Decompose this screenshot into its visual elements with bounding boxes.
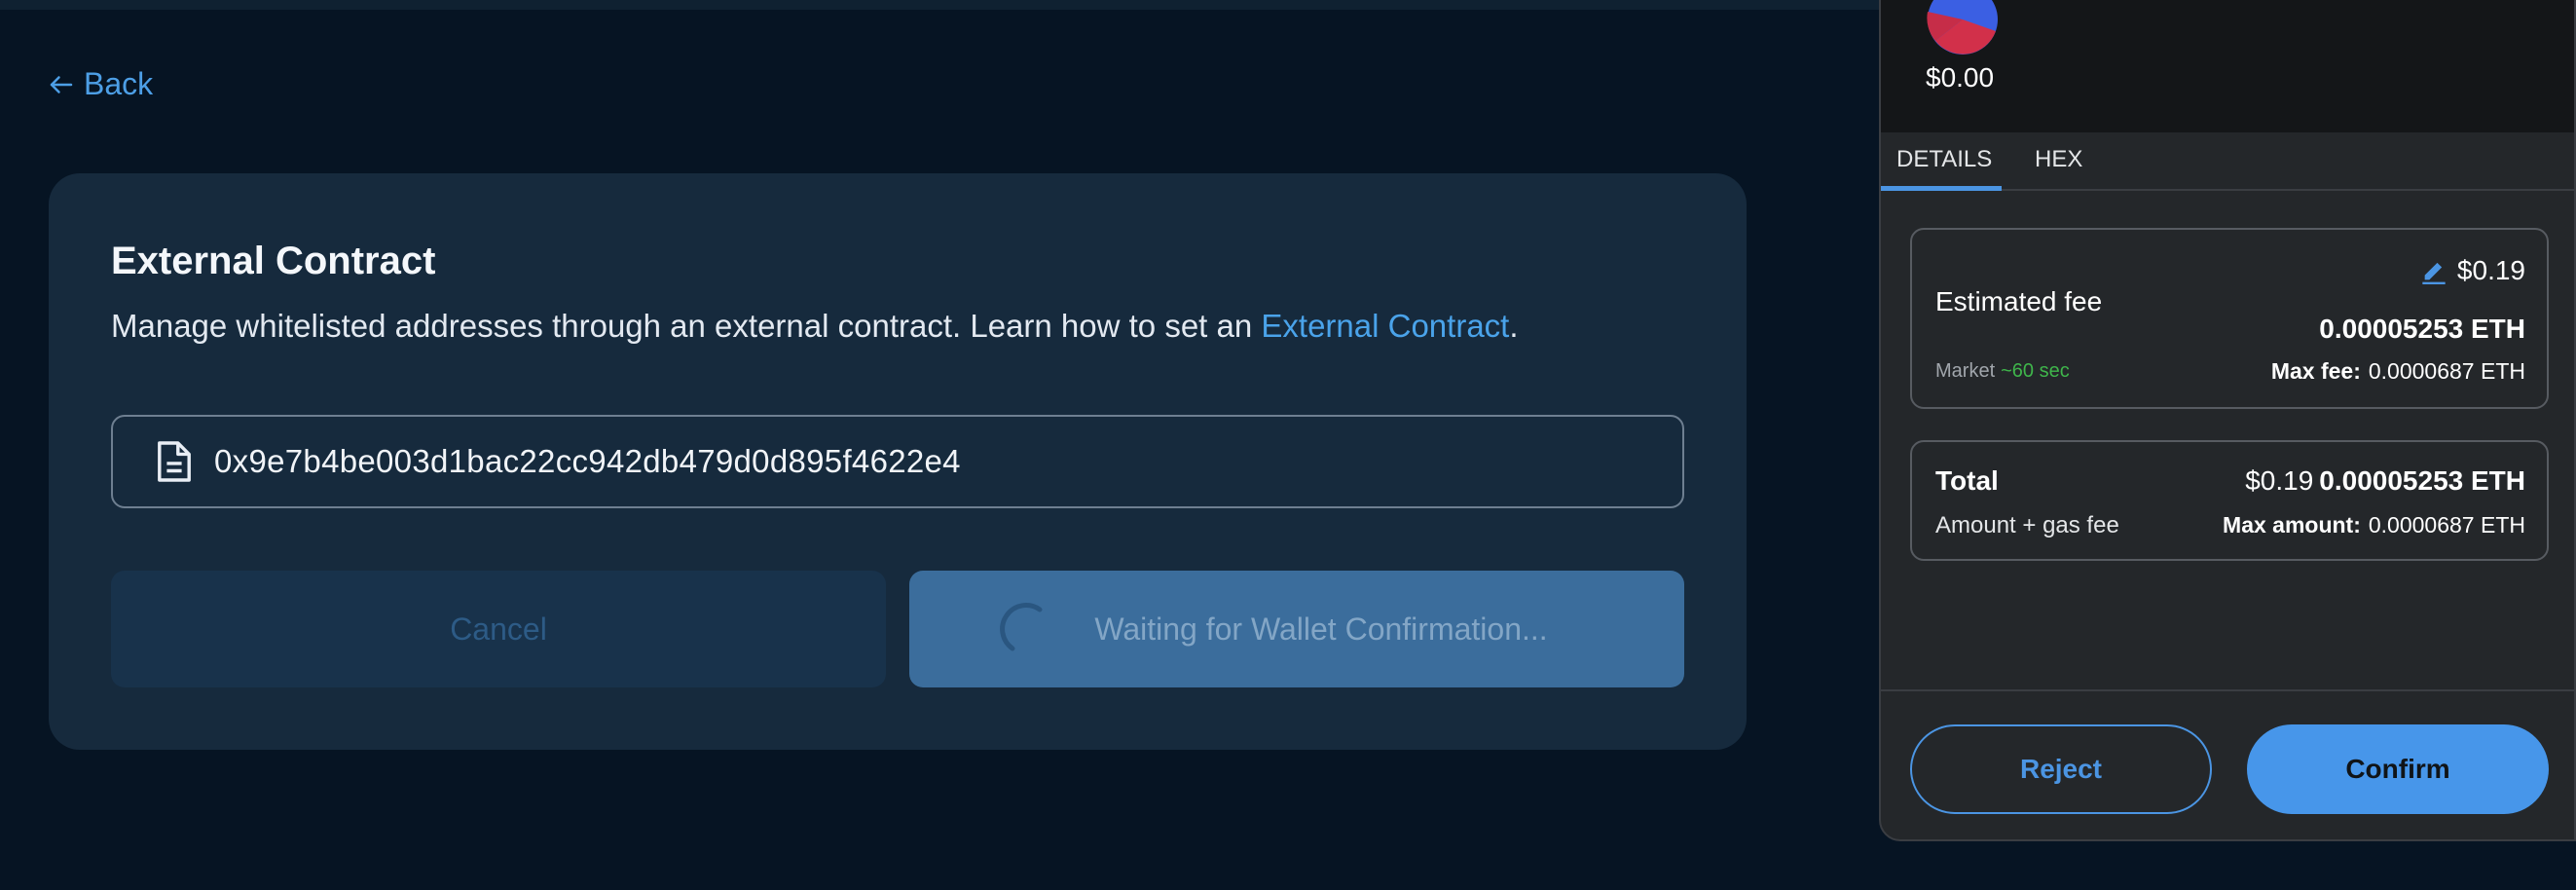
footer-divider [1881, 689, 2574, 691]
reject-label: Reject [2019, 754, 2103, 784]
confirm-label: Confirm [2345, 754, 2450, 784]
top-bar [0, 0, 1879, 10]
back-link[interactable]: Back [47, 66, 153, 102]
max-fee-value: 0.0000687 ETH [2368, 358, 2525, 384]
fee-usd-value: $0.19 [2456, 255, 2525, 285]
market-label: Market [1935, 360, 1996, 382]
card-description: Manage whitelisted addresses through an … [111, 308, 1519, 345]
wallet-header: $0.00 [1881, 0, 2574, 132]
max-amount: Max amount: 0.0000687 ETH [2223, 512, 2525, 538]
tab-hex[interactable]: HEX [2035, 146, 2082, 173]
cancel-button[interactable]: Cancel [111, 571, 886, 687]
description-end: . [1509, 308, 1519, 344]
wallet-balance: $0.00 [1926, 62, 1995, 93]
description-text: Manage whitelisted addresses through an … [111, 308, 1262, 344]
arrow-left-icon [50, 75, 73, 93]
reject-button[interactable]: Reject [1910, 724, 2212, 814]
tab-details[interactable]: DETAILS [1896, 146, 1992, 173]
external-contract-card: External Contract Manage whitelisted add… [49, 173, 1747, 750]
confirm-button[interactable]: Confirm [2247, 724, 2549, 814]
contract-address-value: 0x9e7b4be003d1bac22cc942db479d0d895f4622… [214, 443, 961, 479]
total-usd: $0.19 [2245, 465, 2314, 496]
total-value: $0.19 0.00005253 ETH [2245, 465, 2525, 497]
estimated-fee-usd: $0.19 [2420, 255, 2525, 286]
waiting-confirmation-button[interactable]: Waiting for Wallet Confirmation... [909, 571, 1684, 687]
external-contract-link[interactable]: External Contract [1261, 308, 1509, 344]
max-amount-value: 0.0000687 ETH [2368, 512, 2525, 538]
cancel-label: Cancel [450, 611, 547, 647]
card-title: External Contract [111, 240, 436, 282]
total-subtitle: Amount + gas fee [1935, 512, 2119, 538]
estimated-fee-eth: 0.00005253 ETH [2319, 314, 2525, 344]
estimated-fee-box: Estimated fee $0.19 0.00005253 ETH Marke… [1910, 228, 2549, 409]
market-time: ~60 sec [2001, 360, 2070, 382]
wallet-popup: $0.00 DETAILS HEX Estimated fee $0.19 0.… [1879, 0, 2576, 841]
waiting-label: Waiting for Wallet Confirmation... [1094, 611, 1548, 647]
account-avatar [1927, 0, 1998, 55]
wallet-tabs: DETAILS HEX [1881, 132, 2574, 191]
max-fee-label: Max fee: [2270, 358, 2361, 384]
total-eth: 0.00005253 ETH [2319, 465, 2525, 496]
total-box: Total Amount + gas fee $0.19 0.00005253 E… [1910, 440, 2549, 561]
market-info: Market ~60 sec [1935, 360, 2070, 383]
total-label: Total [1935, 465, 1999, 496]
max-fee: Max fee: 0.0000687 ETH [2271, 358, 2525, 385]
back-label: Back [84, 66, 154, 101]
max-amount-label: Max amount: [2223, 512, 2361, 538]
document-icon [158, 441, 191, 482]
spinner-icon [1000, 603, 1043, 651]
contract-address-field[interactable]: 0x9e7b4be003d1bac22cc942db479d0d895f4622… [111, 415, 1684, 508]
estimated-fee-label: Estimated fee [1935, 286, 2103, 316]
active-tab-indicator [1881, 186, 2002, 191]
pencil-icon[interactable] [2420, 257, 2447, 284]
